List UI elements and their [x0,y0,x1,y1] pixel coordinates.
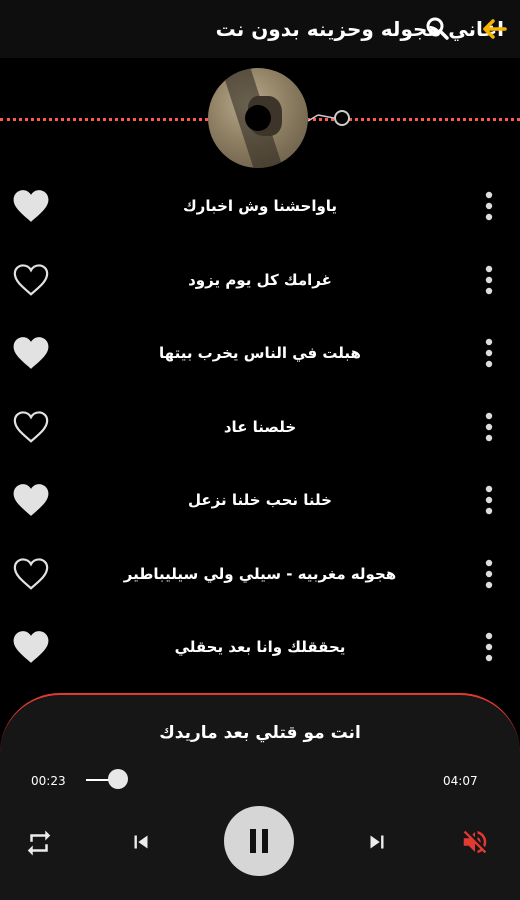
app-title: اغاني هجوله وحزينه بدون نت [215,17,504,41]
heart-outline-icon [13,557,49,590]
disc-center-hole [245,105,271,131]
heart-filled-icon [13,190,49,222]
seek-bar[interactable] [86,779,426,781]
current-time: 00:23 [31,774,66,788]
skip-next-icon [370,835,384,849]
player-panel: انت مو قتلي بعد ماريدك 00:23 04:07 [0,693,520,900]
more-vertical-icon [485,632,493,662]
more-vertical-icon [485,338,493,368]
pause-button[interactable] [224,806,294,876]
arrow-left-icon [483,19,507,39]
favorite-button[interactable] [12,262,50,298]
heart-filled-icon [13,631,49,663]
seek-thumb[interactable] [108,769,128,789]
song-title: يحققلك وانا بعد يحقلي [174,638,346,656]
back-button[interactable] [478,13,510,45]
song-title: غرامك كل يوم يزود [188,270,332,289]
favorite-button[interactable] [12,409,50,445]
visualizer-header [0,58,520,170]
repeat-icon [27,830,51,856]
favorite-button[interactable] [12,188,50,224]
list-item[interactable]: خلنا نحب خلنا نزعل [0,464,520,538]
skip-previous-icon [134,835,148,849]
song-title: هبلت في الناس يخرب بيتها [159,344,361,362]
song-list: ياواحشنا وش اخبارك غرامك كل يوم يزود هبل… [0,170,520,685]
total-time: 04:07 [443,774,478,788]
now-playing-title: انت مو قتلي بعد ماريدك [159,723,361,743]
heart-filled-icon [13,484,49,516]
album-art-disc [208,68,308,168]
song-menu-button[interactable] [474,409,504,445]
favorite-button[interactable] [12,556,50,592]
next-button[interactable] [364,829,390,855]
list-item[interactable]: هبلت في الناس يخرب بيتها [0,317,520,391]
song-menu-button[interactable] [474,188,504,224]
list-item[interactable]: خلصنا عاد [0,391,520,465]
song-menu-button[interactable] [474,556,504,592]
search-button[interactable] [422,13,454,45]
tonearm-line [308,114,334,122]
search-icon [426,17,449,40]
song-title: خلصنا عاد [223,417,297,436]
pause-icon [250,829,268,853]
song-menu-button[interactable] [474,262,504,298]
song-title: هجوله مغربيه - سيلي ولي سيليباطير [123,564,397,583]
list-item[interactable]: يحققلك وانا بعد يحقلي [0,611,520,685]
song-menu-button[interactable] [474,482,504,518]
mute-button[interactable] [460,827,490,857]
list-item[interactable]: غرامك كل يوم يزود [0,244,520,318]
more-vertical-icon [485,191,493,221]
app-bar: اغاني هجوله وحزينه بدون نت [0,0,520,58]
heart-outline-icon [13,263,49,296]
tonearm-knob[interactable] [334,110,350,126]
song-menu-button[interactable] [474,629,504,665]
song-menu-button[interactable] [474,335,504,371]
more-vertical-icon [485,265,493,294]
more-vertical-icon [485,412,493,441]
more-vertical-icon [485,559,493,588]
list-item[interactable]: ياواحشنا وش اخبارك [0,170,520,244]
heart-filled-icon [13,337,49,369]
heart-outline-icon [13,410,49,443]
song-title: ياواحشنا وش اخبارك [182,197,338,215]
previous-button[interactable] [128,829,154,855]
song-title: خلنا نحب خلنا نزعل [188,491,332,509]
more-vertical-icon [485,485,493,515]
favorite-button[interactable] [12,629,50,665]
favorite-button[interactable] [12,335,50,371]
favorite-button[interactable] [12,482,50,518]
list-item[interactable]: هجوله مغربيه - سيلي ولي سيليباطير [0,538,520,612]
repeat-button[interactable] [24,828,54,858]
volume-off-icon [463,830,487,854]
